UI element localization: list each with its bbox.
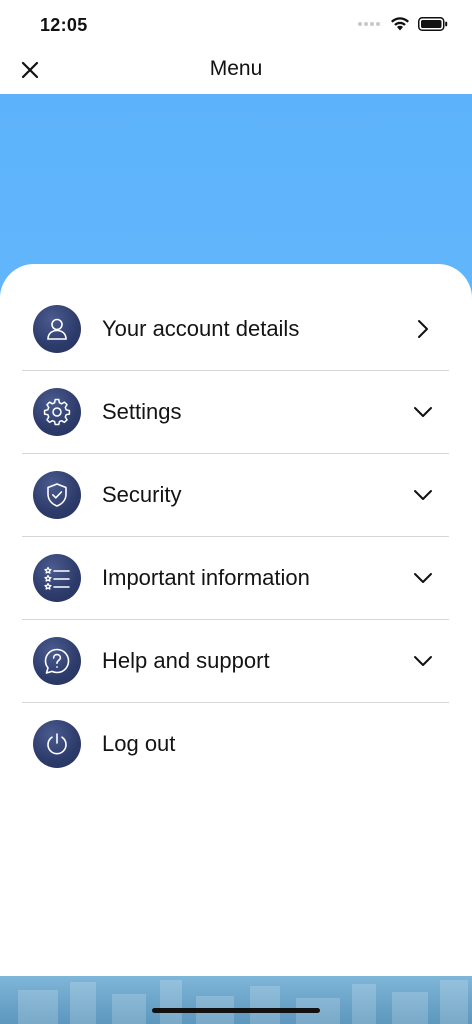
menu-sheet: Your account details Settings Security I… [0,264,472,976]
status-bar: 12:05 [0,0,472,48]
menu-item-settings[interactable]: Settings [22,371,449,454]
menu-item-label: Log out [102,731,176,756]
wifi-icon [391,17,409,31]
question-bubble-icon [33,637,81,685]
menu-item-label: Help and support [102,648,270,673]
chevron-down-icon [411,566,435,590]
battery-icon [418,16,448,31]
home-indicator[interactable] [152,1008,320,1013]
menu-item-label: Settings [102,399,182,424]
menu-item-label: Important information [102,565,310,590]
starred-list-icon [33,554,81,602]
page-title: Menu [209,57,263,80]
gear-icon [33,388,81,436]
background-city-image [0,976,472,1024]
menu-item-important-information[interactable]: Important information [22,537,449,620]
shield-check-icon [33,471,81,519]
chevron-down-icon [411,649,435,673]
menu-item-label: Security [102,482,182,507]
menu-item-help-and-support[interactable]: Help and support [22,620,449,703]
chevron-down-icon [411,483,435,507]
status-time: 12:05 [40,15,88,35]
chevron-right-icon [411,317,435,341]
cellular-signal-icon [358,21,380,26]
user-icon [33,305,81,353]
nav-bar: Menu [0,48,472,94]
menu-list: Your account details Settings Security I… [22,264,449,785]
status-indicators [358,16,448,31]
power-icon [33,720,81,768]
menu-item-security[interactable]: Security [22,454,449,537]
menu-item-log-out[interactable]: Log out [22,703,449,785]
chevron-down-icon [411,400,435,424]
menu-item-label: Your account details [102,316,300,341]
menu-item-account-details[interactable]: Your account details [22,288,449,371]
